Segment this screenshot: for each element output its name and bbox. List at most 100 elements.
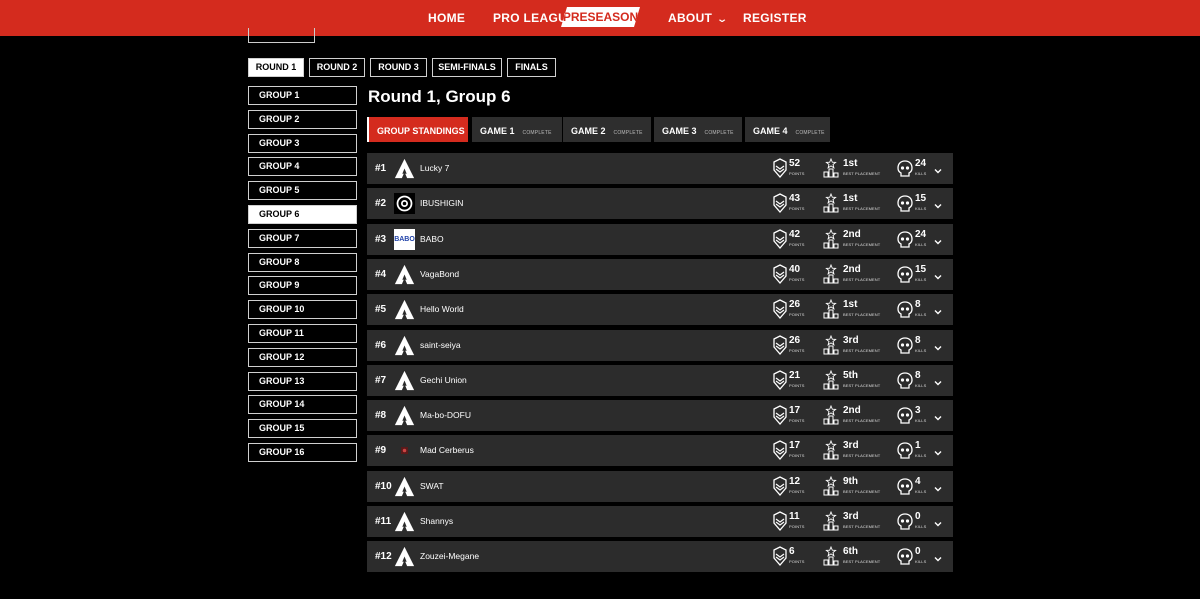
table-row[interactable]: #9 Mad Cerberus 17 POINTS 3rd BEST PLACEMENT 1… (367, 435, 953, 467)
team-name: Mad Cerberus (420, 445, 474, 456)
nav-about[interactable]: ABOUT ⌄ (668, 0, 729, 36)
tab-game-1[interactable]: GAME 1 COMPLETE (472, 117, 562, 142)
sidebar-item-group-10[interactable]: GROUP 10 (248, 300, 357, 320)
sidebar-item-group-7[interactable]: GROUP 7 (248, 228, 357, 248)
kills-value: 3 (915, 405, 921, 417)
chevron-down-icon[interactable] (933, 163, 943, 174)
tab-game-3[interactable]: GAME 3 COMPLETE (654, 117, 742, 142)
chevron-down-icon[interactable] (933, 481, 943, 492)
tab-round-2[interactable]: ROUND 2 (309, 58, 365, 77)
table-row[interactable]: #8 Ma-bo-DOFU 17 POINTS 2nd BEST PLACEMENT 3 KI… (367, 400, 953, 432)
table-row[interactable]: #4 VagaBond 40 POINTS 2nd BEST PLACEMENT 15 KIL… (367, 258, 953, 290)
points-value: 42 (789, 228, 801, 240)
placement-label: BEST PLACEMENT (843, 347, 881, 353)
kills-icon (897, 335, 913, 356)
table-row[interactable]: #10 SWAT 12 POINTS 9th BEST PLACEMENT 4 KILLS (367, 470, 953, 502)
points-value: 21 (789, 369, 801, 381)
points-value: 6 (789, 546, 795, 558)
points-value: 43 (789, 193, 801, 205)
sidebar-item-group-13[interactable]: GROUP 13 (248, 371, 357, 391)
tab-label: GAME 3 (662, 126, 697, 136)
nav-register[interactable]: REGISTER (743, 0, 807, 36)
sidebar-item-group-11[interactable]: GROUP 11 (248, 324, 357, 343)
tab-group-standings[interactable]: GROUP STANDINGS (367, 117, 468, 142)
table-row[interactable]: #6 saint-seiya 26 POINTS 3rd BEST PLACEMENT 8 K… (367, 329, 953, 361)
table-row[interactable]: #11 Shannys 11 POINTS 3rd BEST PLACEMENT 0 KILL… (367, 506, 953, 537)
chevron-down-icon[interactable] (933, 340, 943, 350)
chevron-down-icon[interactable] (933, 445, 943, 456)
sidebar-item-group-3[interactable]: GROUP 3 (248, 133, 357, 153)
placement-value: 6th (843, 546, 858, 558)
placement-label: BEST PLACEMENT (843, 312, 881, 318)
kills-icon (897, 299, 913, 320)
sidebar-item-group-12[interactable]: GROUP 12 (248, 347, 357, 367)
sidebar-item-group-1[interactable]: GROUP 1 (248, 86, 357, 105)
chevron-down-icon[interactable] (933, 198, 943, 209)
points-value: 26 (789, 299, 801, 311)
points-label: POINTS (789, 276, 805, 282)
kills-icon (897, 193, 913, 214)
status-badge: COMPLETE (795, 130, 825, 136)
chevron-down-icon[interactable] (933, 551, 943, 562)
chevron-down-icon[interactable] (933, 410, 943, 421)
table-row[interactable]: #2 IBUSHIGIN 43 POINTS 1st BEST PLACEMENT 15 KI… (367, 188, 953, 220)
chevron-down-icon[interactable] (933, 304, 943, 315)
sidebar-item-group-2[interactable]: GROUP 2 (248, 109, 357, 129)
chevron-down-icon: ⌄ (716, 14, 729, 25)
nav-home-label: HOME (428, 11, 466, 25)
points-icon (772, 299, 788, 320)
search-input[interactable] (248, 28, 315, 43)
kills-value: 0 (915, 511, 921, 522)
sidebar-item-group-4[interactable]: GROUP 4 (248, 157, 357, 177)
points-icon (772, 228, 788, 250)
tab-round-1[interactable]: ROUND 1 (248, 58, 304, 77)
kills-label: KILLS (915, 276, 927, 282)
rank-label: #7 (375, 374, 387, 386)
team-name: Ma-bo-DOFU (420, 410, 472, 421)
nav-home[interactable]: HOME (428, 0, 465, 36)
rank-label: #11 (375, 516, 392, 527)
points-value: 40 (789, 263, 801, 275)
placement-value: 5th (843, 369, 858, 381)
sidebar-item-group-16[interactable]: GROUP 16 (248, 443, 357, 462)
chevron-down-icon[interactable] (933, 375, 943, 386)
sidebar-item-group-14[interactable]: GROUP 14 (248, 395, 357, 415)
points-label: POINTS (789, 524, 805, 529)
placement-value: 3rd (843, 334, 859, 346)
sidebar-item-group-6[interactable]: GROUP 6 (248, 205, 357, 224)
apex-logo (394, 405, 415, 426)
tab-game-2[interactable]: GAME 2 COMPLETE (563, 117, 651, 142)
sidebar-item-group-9[interactable]: GROUP 9 (248, 276, 357, 296)
table-row[interactable]: #12 Zouzei-Megane 6 POINTS 6th BEST PLACEMENT… (367, 541, 953, 573)
rank-label: #8 (375, 410, 387, 422)
kills-label: KILLS (915, 453, 927, 459)
tab-game-4[interactable]: GAME 4 COMPLETE (745, 117, 830, 142)
chevron-down-icon[interactable] (933, 516, 943, 527)
points-label: POINTS (789, 559, 805, 565)
rank-label: #9 (375, 445, 387, 457)
points-label: POINTS (789, 418, 805, 424)
team-name: Lucky 7 (420, 163, 450, 173)
tab-finals[interactable]: FINALS (507, 58, 556, 77)
tab-round-3[interactable]: ROUND 3 (370, 58, 427, 77)
table-row[interactable]: #7 Gechi Union 21 POINTS 5th BEST PLACEMENT 8 K… (367, 364, 953, 396)
chevron-down-icon[interactable] (933, 269, 943, 280)
table-row[interactable]: #3 BABO BABO 42 POINTS 2nd BEST PLACEMENT 24 KIL… (367, 223, 953, 255)
nav-register-label: REGISTER (743, 11, 807, 25)
chevron-down-icon[interactable] (933, 234, 943, 245)
placement-icon (823, 369, 839, 391)
table-row[interactable]: #1 Lucky 7 52 POINTS 1st BEST PLACEMENT 24 KILL… (367, 153, 953, 184)
sidebar-item-group-8[interactable]: GROUP 8 (248, 252, 357, 272)
nav-preseason[interactable]: PRESEASON (561, 7, 640, 27)
kills-value: 1 (915, 440, 921, 452)
rank-label: #4 (375, 268, 387, 280)
tab-label: GAME 2 (571, 126, 606, 136)
kills-icon (897, 370, 913, 391)
tab-semi-finals[interactable]: SEMI-FINALS (432, 58, 502, 77)
kills-icon (897, 405, 913, 426)
placement-value: 2nd (843, 228, 861, 240)
sidebar-item-group-15[interactable]: GROUP 15 (248, 419, 357, 439)
sidebar-item-group-5[interactable]: GROUP 5 (248, 181, 357, 201)
points-icon (772, 158, 788, 179)
table-row[interactable]: #5 Hello World 26 POINTS 1st BEST PLACEMENT 8 K… (367, 294, 953, 326)
